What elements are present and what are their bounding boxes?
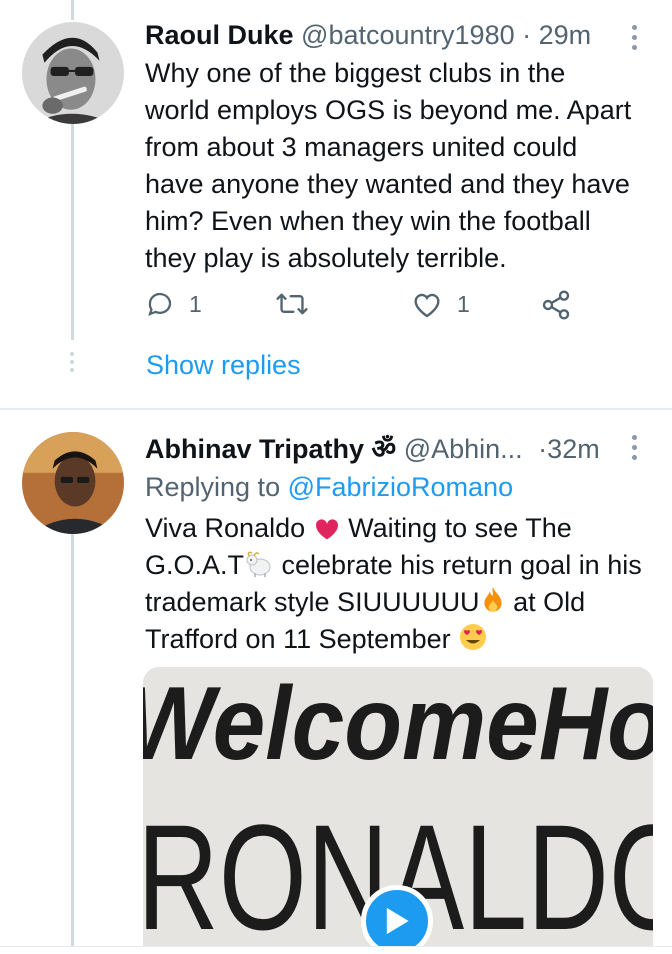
reply-button[interactable]: 1 [145, 289, 202, 319]
divider [0, 408, 672, 410]
like-count: 1 [457, 290, 470, 317]
heart-eyes-emoji-icon [460, 624, 487, 650]
share-icon [542, 290, 570, 320]
tweet-text-segment: G.O.A.T [145, 550, 245, 580]
tweet-text-line: have anyone they wanted and they have [145, 169, 630, 199]
tweet-text: Viva Ronaldo Waiting to see The G.O.A.T … [145, 510, 642, 658]
tweet-text-line: Why one of the biggest clubs in the [145, 58, 566, 88]
like-icon [414, 293, 440, 318]
fire-emoji-icon [483, 587, 502, 612]
reply-count: 1 [189, 290, 202, 317]
tweet-text-line: world employs OGS is beyond me. Apart [145, 95, 632, 125]
timestamp[interactable]: 32m [547, 434, 600, 464]
goat-emoji-icon [246, 551, 271, 577]
tweet-text-segment: Trafford on 11 September [145, 624, 459, 654]
avatar[interactable] [22, 432, 124, 534]
tweet-text-line: Viva Ronaldo Waiting to see The [145, 510, 642, 547]
more-icon[interactable] [632, 25, 638, 50]
replying-to: Replying to @FabrizioRomano [145, 470, 513, 504]
thread-ellipsis [70, 352, 74, 372]
tweet-text-segment: Viva Ronaldo [145, 513, 313, 543]
tweet-text-line: trademark style SIUUUUUU at Old [145, 584, 642, 621]
play-button[interactable] [361, 885, 433, 954]
like-button[interactable]: 1 [411, 289, 470, 319]
thread-connector [71, 100, 74, 340]
user-handle[interactable]: @batcountry1980 [301, 20, 515, 50]
tweet-header: Abhinav Tripathy ॐ @Abhin... ·32m [145, 432, 600, 466]
more-icon[interactable] [632, 435, 638, 460]
tweet-text-segment: Waiting to see The [340, 513, 572, 543]
thread-connector-top [71, 0, 74, 20]
heart-emoji-icon [315, 519, 338, 540]
display-name[interactable]: Abhinav Tripathy ॐ [145, 434, 396, 464]
user-handle[interactable]: @Abhin... [404, 434, 523, 464]
bottom-edge [0, 946, 672, 954]
tweet-text-segment: at Old [505, 587, 586, 617]
thread-connector-bottom [71, 512, 74, 946]
avatar[interactable] [22, 22, 124, 124]
retweet-icon [276, 293, 308, 315]
tweet-text-segment: trademark style SIUUUUUU [145, 587, 480, 617]
tweet-actions: 1 1 [145, 289, 585, 329]
retweet-button[interactable] [275, 289, 309, 319]
reply-icon [148, 292, 172, 316]
display-name[interactable]: Raoul Duke [145, 20, 294, 50]
tweet-text-line: from about 3 managers united could [145, 132, 578, 162]
separator: · [522, 20, 532, 50]
tweet-text-line: him? Even when they win the football [145, 206, 591, 236]
media-text-top: WelcomeHo [143, 667, 653, 782]
timestamp[interactable]: 29m [539, 20, 592, 50]
mention-link[interactable]: @FabrizioRomano [288, 472, 514, 502]
tweet-text-line: they play is absolutely terrible. [145, 243, 507, 273]
play-icon [386, 907, 409, 935]
tweet-media-video[interactable]: WelcomeHo RONALDO [143, 667, 653, 954]
tweet-header: Raoul Duke @batcountry1980 · 29m [145, 18, 591, 52]
separator: · [538, 434, 548, 464]
replying-to-label: Replying to [145, 472, 288, 502]
show-replies-link[interactable]: Show replies [146, 350, 301, 381]
tweet-text-line: Trafford on 11 September [145, 621, 642, 658]
share-button[interactable] [540, 289, 572, 321]
tweet-text-line: G.O.A.T celebrate his return goal in his [145, 547, 642, 584]
tweet-text-segment: celebrate his return goal in his [274, 550, 642, 580]
tweet-text: Why one of the biggest clubs in the worl… [145, 55, 631, 277]
